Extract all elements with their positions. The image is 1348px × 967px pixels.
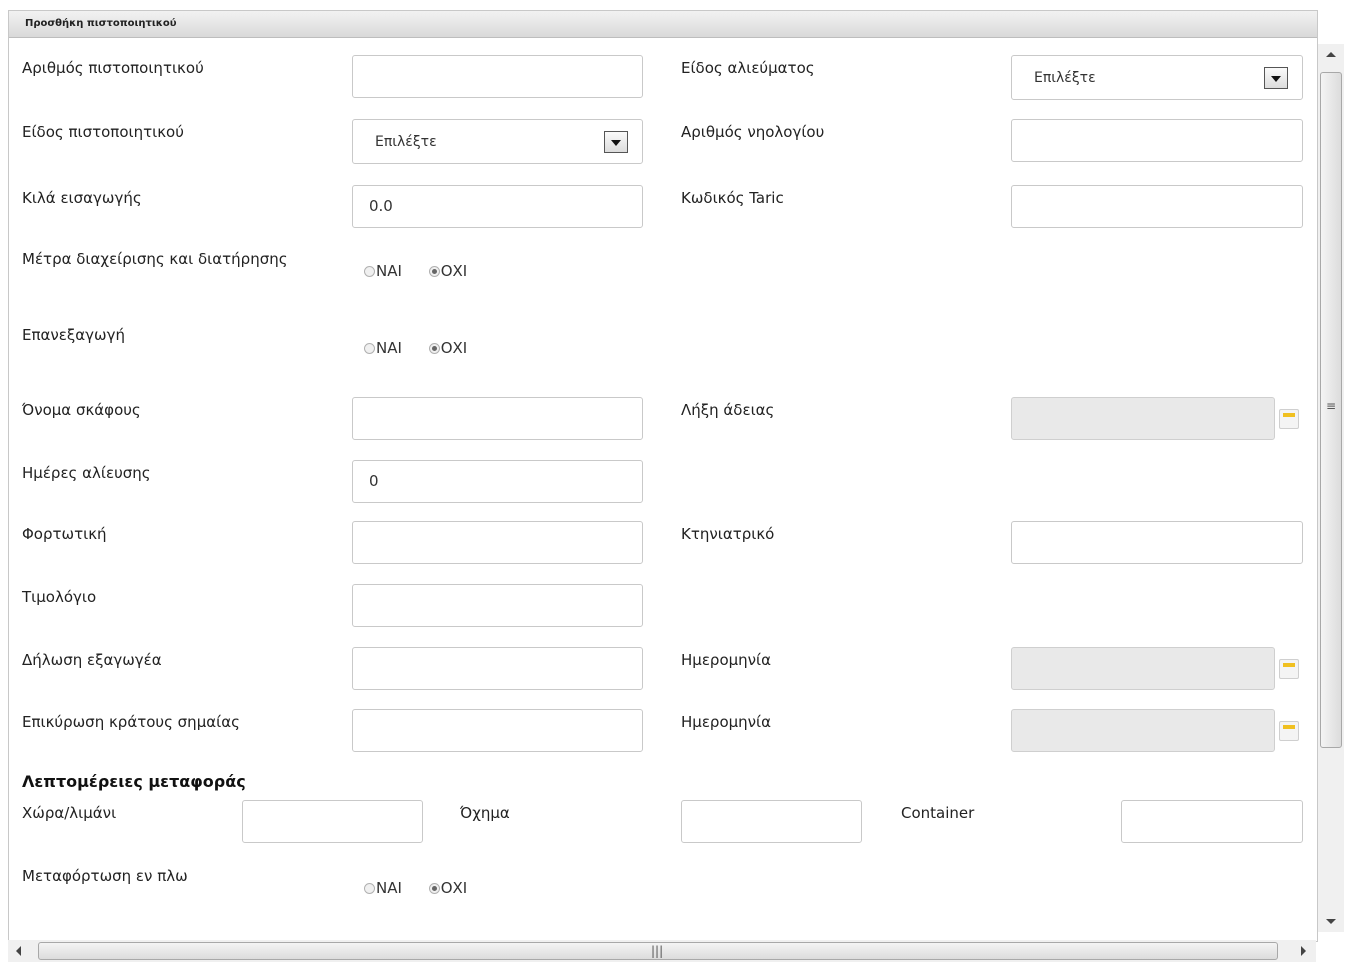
vessel-name-input[interactable] [352, 397, 643, 440]
radio-button-checked[interactable] [428, 266, 440, 277]
invoice-input[interactable] [352, 584, 643, 627]
transshipment-no-option[interactable]: ΟΧΙ [428, 879, 467, 897]
certificate-type-select[interactable]: Επιλέξτε [352, 119, 643, 164]
veterinary-input[interactable] [1011, 521, 1303, 564]
fishing-days-label: Ημέρες αλίευσης [22, 464, 151, 482]
flag-state-validation-input[interactable] [352, 709, 643, 752]
catch-type-label: Είδος αλιεύματος [681, 59, 815, 77]
exporter-declaration-date-label: Ημερομηνία [681, 651, 772, 669]
radio-button[interactable] [364, 266, 375, 277]
reexport-radio-group: ΝΑΙ ΟΧΙ [364, 339, 489, 357]
reexport-no-option[interactable]: ΟΧΙ [428, 339, 467, 357]
country-port-input[interactable] [242, 800, 423, 843]
chevron-down-icon[interactable] [1264, 67, 1288, 89]
calendar-icon[interactable] [1279, 659, 1299, 679]
fishing-days-input[interactable]: 0 [352, 460, 643, 503]
radio-button[interactable] [364, 343, 375, 354]
radio-button-checked[interactable] [428, 343, 440, 354]
certificate-type-selected: Επιλέξτε [375, 134, 437, 150]
import-kilos-label: Κιλά εισαγωγής [22, 189, 142, 207]
calendar-icon[interactable] [1279, 409, 1299, 429]
transshipment-label: Μεταφόρτωση εν πλω [22, 867, 188, 885]
bill-of-lading-input[interactable] [352, 521, 643, 564]
certificate-type-label: Είδος πιστοποιητικού [22, 123, 184, 141]
grip-icon: ||| [651, 944, 664, 958]
vertical-scrollbar[interactable]: ≡ [1318, 44, 1344, 932]
exporter-declaration-input[interactable] [352, 647, 643, 690]
taric-code-input[interactable] [1011, 185, 1303, 228]
vehicle-label: Όχημα [460, 804, 510, 822]
panel-title: Προσθήκη πιστοποιητικού [25, 18, 177, 29]
license-expiry-input[interactable] [1011, 397, 1275, 440]
transshipment-yes-option[interactable]: ΝΑΙ [364, 879, 402, 897]
country-port-label: Χώρα/λιμάνι [22, 804, 117, 822]
registry-number-label: Αριθμός νηολογίου [681, 123, 825, 141]
catch-type-select[interactable]: Επιλέξτε [1011, 55, 1303, 100]
chevron-down-icon[interactable] [604, 131, 628, 153]
management-measures-radio-group: ΝΑΙ ΟΧΙ [364, 262, 489, 280]
flag-state-validation-date-label: Ημερομηνία [681, 713, 772, 731]
management-measures-yes-option[interactable]: ΝΑΙ [364, 262, 402, 280]
scroll-up-arrow-icon[interactable] [1326, 52, 1336, 57]
vehicle-input[interactable] [681, 800, 862, 843]
flag-state-validation-label: Επικύρωση κράτους σημαίας [22, 713, 240, 731]
certificate-number-input[interactable] [352, 55, 643, 98]
scroll-right-arrow-icon[interactable] [1301, 946, 1306, 956]
panel-header: Προσθήκη πιστοποιητικού [9, 11, 1317, 38]
taric-code-label: Κωδικός Taric [681, 189, 784, 207]
import-kilos-input[interactable]: 0.0 [352, 185, 643, 228]
add-certificate-panel: Προσθήκη πιστοποιητικού Αριθμός πιστοποι… [8, 10, 1318, 942]
management-measures-no-option[interactable]: ΟΧΙ [428, 262, 467, 280]
license-expiry-label: Λήξη άδειας [681, 401, 775, 419]
reexport-label: Επανεξαγωγή [22, 326, 125, 344]
catch-type-selected: Επιλέξτε [1034, 70, 1096, 86]
exporter-declaration-label: Δήλωση εξαγωγέα [22, 651, 162, 669]
exporter-declaration-date-input[interactable] [1011, 647, 1275, 690]
radio-button[interactable] [364, 883, 375, 894]
transport-section-title: Λεπτομέρειες μεταφοράς [22, 772, 246, 791]
registry-number-input[interactable] [1011, 119, 1303, 162]
calendar-icon[interactable] [1279, 721, 1299, 741]
radio-button-checked[interactable] [428, 883, 440, 894]
flag-state-validation-date-input[interactable] [1011, 709, 1275, 752]
veterinary-label: Κτηνιατρικό [681, 525, 775, 543]
container-label: Container [901, 804, 975, 822]
scroll-down-arrow-icon[interactable] [1326, 919, 1336, 924]
scroll-left-arrow-icon[interactable] [16, 946, 21, 956]
vessel-name-label: Όνομα σκάφους [22, 401, 141, 419]
container-input[interactable] [1121, 800, 1303, 843]
horizontal-scroll-thumb[interactable]: ||| [38, 942, 1278, 960]
invoice-label: Τιμολόγιο [22, 588, 97, 606]
certificate-number-label: Αριθμός πιστοποιητικού [22, 59, 204, 77]
grip-icon: ≡ [1326, 399, 1337, 413]
management-measures-label: Μέτρα διαχείρισης και διατήρησης [22, 250, 288, 268]
vertical-scroll-thumb[interactable]: ≡ [1320, 72, 1342, 748]
reexport-yes-option[interactable]: ΝΑΙ [364, 339, 402, 357]
bill-of-lading-label: Φορτωτική [22, 525, 107, 543]
horizontal-scrollbar[interactable]: ||| [8, 940, 1316, 962]
transshipment-radio-group: ΝΑΙ ΟΧΙ [364, 879, 489, 897]
